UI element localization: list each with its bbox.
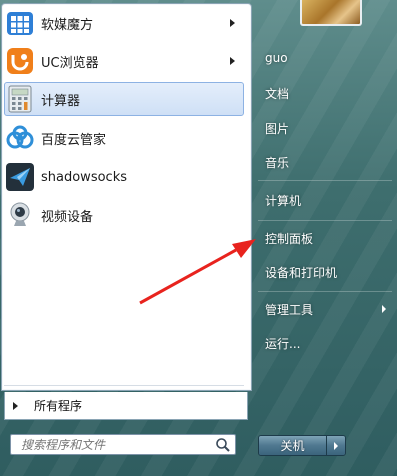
shutdown-control: 关机 bbox=[258, 435, 346, 456]
menu-item-user[interactable]: guo bbox=[258, 45, 392, 71]
menu-item-admin-tools[interactable]: 管理工具 bbox=[258, 296, 392, 322]
program-label: 百度云管家 bbox=[41, 132, 107, 148]
menu-item-label: 计算机 bbox=[265, 193, 302, 208]
rubik-cube-icon bbox=[7, 12, 33, 35]
program-label: 视频设备 bbox=[41, 209, 94, 225]
program-item-uc-browser[interactable]: UC浏览器 bbox=[4, 44, 244, 78]
menu-item-label: 运行... bbox=[265, 336, 301, 351]
all-programs-button[interactable]: 所有程序 bbox=[4, 392, 248, 420]
menu-item-run[interactable]: 运行... bbox=[258, 330, 392, 356]
menu-item-label: 管理工具 bbox=[265, 302, 314, 317]
program-item-rubik-cube[interactable]: 软媒魔方 bbox=[4, 6, 244, 40]
menu-item-devices-printers[interactable]: 设备和打印机 bbox=[258, 259, 392, 285]
all-programs-label: 所有程序 bbox=[34, 399, 83, 413]
submenu-arrow-icon bbox=[382, 305, 386, 313]
program-item-calculator[interactable]: 计算器 bbox=[4, 82, 244, 116]
shutdown-label: 关机 bbox=[280, 439, 305, 453]
program-label: shadowsocks bbox=[41, 169, 127, 185]
menu-item-control-panel[interactable]: 控制面板 bbox=[258, 225, 392, 251]
program-label: 计算器 bbox=[41, 93, 81, 109]
user-avatar[interactable] bbox=[300, 0, 362, 26]
program-item-baidu-cloud[interactable]: 百度云管家 bbox=[4, 121, 244, 155]
menu-item-computer[interactable]: 计算机 bbox=[258, 187, 392, 213]
right-divider bbox=[258, 220, 392, 221]
baidu-cloud-icon bbox=[6, 125, 34, 149]
menu-item-documents[interactable]: 文档 bbox=[258, 80, 392, 106]
search-box[interactable] bbox=[10, 434, 236, 455]
right-divider bbox=[258, 291, 392, 292]
menu-item-music[interactable]: 音乐 bbox=[258, 149, 392, 175]
right-divider bbox=[258, 180, 392, 181]
program-label: UC浏览器 bbox=[41, 55, 99, 71]
calculator-icon bbox=[8, 85, 32, 113]
chevron-right-icon bbox=[334, 441, 338, 450]
search-icon[interactable] bbox=[215, 437, 231, 453]
menu-item-label: 音乐 bbox=[265, 155, 290, 170]
menu-item-pictures[interactable]: 图片 bbox=[258, 115, 392, 141]
paper-plane-icon bbox=[6, 163, 34, 191]
submenu-arrow-icon bbox=[230, 19, 235, 27]
shutdown-options-button[interactable] bbox=[326, 436, 345, 455]
program-label: 软媒魔方 bbox=[41, 17, 94, 33]
shutdown-button[interactable]: 关机 bbox=[259, 436, 326, 455]
webcam-icon bbox=[10, 202, 30, 226]
program-item-shadowsocks[interactable]: shadowsocks bbox=[4, 160, 244, 194]
menu-item-label: 设备和打印机 bbox=[265, 265, 338, 280]
expand-arrow-icon bbox=[13, 401, 18, 410]
program-list-divider bbox=[4, 385, 244, 386]
program-item-webcam[interactable]: 视频设备 bbox=[4, 198, 244, 232]
submenu-arrow-icon bbox=[230, 57, 235, 65]
menu-item-label: 控制面板 bbox=[265, 231, 314, 246]
menu-item-label: 图片 bbox=[265, 121, 290, 136]
menu-item-label: 文档 bbox=[265, 86, 290, 101]
uc-browser-icon bbox=[7, 48, 33, 74]
search-input[interactable] bbox=[11, 436, 215, 453]
menu-item-label: guo bbox=[265, 51, 288, 65]
